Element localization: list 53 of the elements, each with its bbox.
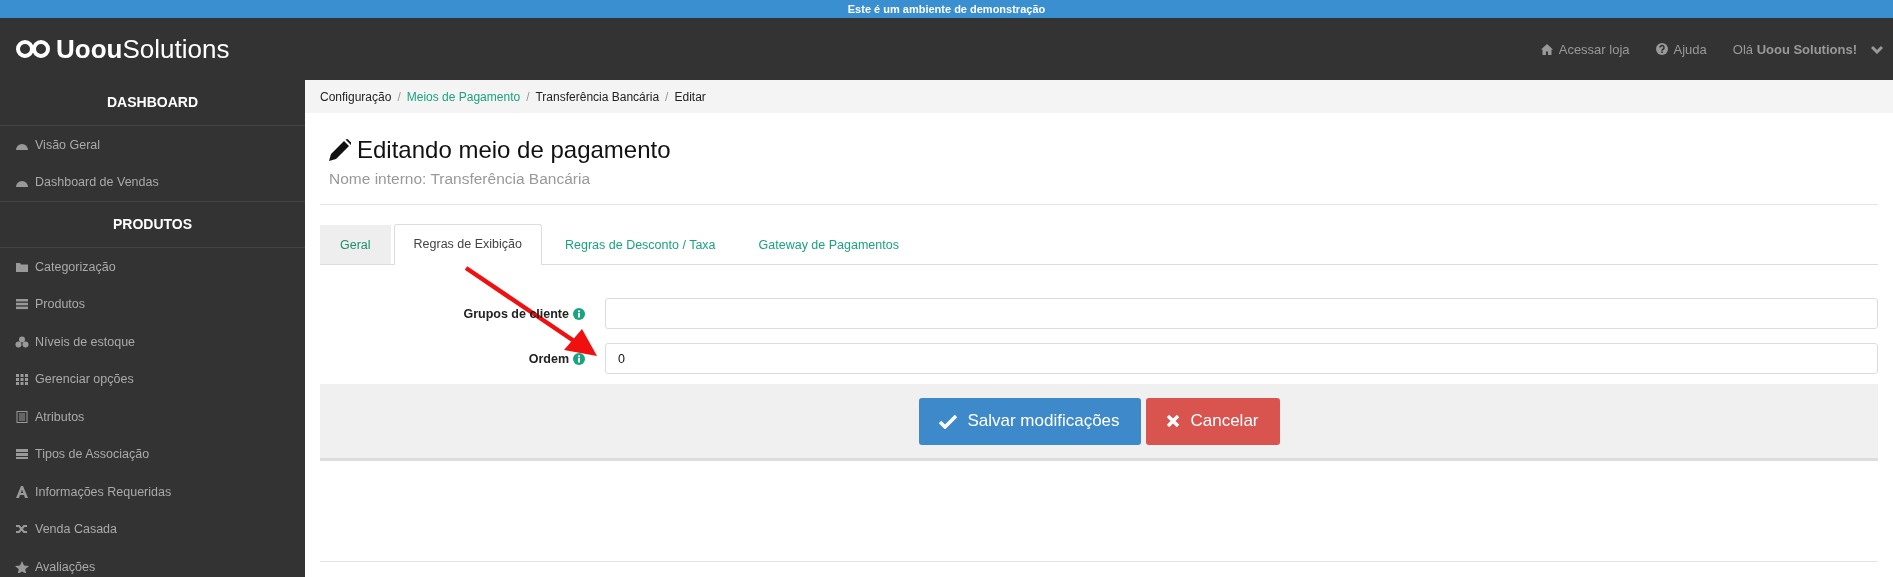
sidebar-item[interactable]: Gerenciar opções — [0, 360, 305, 398]
page-subtitle: Nome interno: Transferência Bancária — [328, 170, 592, 188]
header-link[interactable]: Ajuda — [1655, 41, 1707, 57]
input-field[interactable] — [605, 298, 1878, 329]
page-title: Editando meio de pagamento — [357, 136, 671, 164]
menu-icon — [15, 260, 29, 273]
sidebar-section-title: DASHBOARD — [0, 80, 305, 126]
menu-icon — [15, 298, 29, 311]
field-label: Ordem — [528, 351, 569, 366]
breadcrumb-separator: / — [526, 89, 530, 104]
menu-icon — [15, 448, 29, 461]
cancel-button[interactable]: Cancelar — [1145, 397, 1280, 445]
save-button[interactable]: Salvar modificações — [918, 397, 1141, 445]
breadcrumb-item[interactable]: Configuração — [320, 89, 392, 104]
sidebar-item[interactable]: Tipos de Associação — [0, 435, 305, 473]
sidebar-item[interactable]: Atributos — [0, 398, 305, 436]
info-icon[interactable] — [573, 307, 585, 320]
tab[interactable]: Geral — [320, 225, 391, 264]
breadcrumb-separator: / — [665, 89, 669, 104]
header-link[interactable]: Olá Uoou Solutions! — [1732, 41, 1883, 57]
breadcrumb-item[interactable]: Editar — [674, 89, 706, 104]
pencil-icon — [329, 139, 351, 161]
sidebar-item[interactable]: Informações Requeridas — [0, 473, 305, 511]
menu-icon — [15, 410, 29, 423]
breadcrumb-item[interactable]: Transferência Bancária — [535, 89, 660, 104]
header-link[interactable]: Acessar loja — [1540, 41, 1630, 57]
menu-icon — [15, 373, 29, 386]
sidebar-item[interactable]: Avaliações — [0, 548, 305, 577]
breadcrumb-link[interactable]: Meios de Pagamento — [406, 89, 521, 104]
sidebar-item[interactable]: Categorização — [0, 248, 305, 286]
sidebar-section-title: PRODUTOS — [0, 201, 305, 248]
info-icon[interactable] — [573, 352, 585, 365]
input-field[interactable]: 0 — [605, 343, 1878, 374]
menu-icon — [15, 560, 29, 573]
demo-banner: Este é um ambiente de demonstração — [0, 0, 1893, 18]
help-icon — [1655, 43, 1668, 55]
sidebar-item[interactable]: Visão Geral — [0, 126, 305, 164]
menu-icon — [15, 335, 29, 348]
tab[interactable]: Regras de Exibição — [393, 224, 542, 265]
logo[interactable]: UoouSolutions — [14, 33, 230, 65]
menu-icon — [15, 523, 29, 536]
menu-icon — [15, 485, 29, 498]
chevron-down-icon[interactable] — [1871, 44, 1883, 54]
home-icon — [1540, 43, 1553, 55]
sidebar-item[interactable]: Venda Casada — [0, 510, 305, 548]
tab[interactable]: Regras de Desconto / Taxa — [545, 225, 736, 264]
sidebar-item[interactable]: Níveis de estoque — [0, 323, 305, 361]
close-icon — [1166, 414, 1181, 428]
tab[interactable]: Gateway de Pagamentos — [738, 225, 919, 264]
sidebar-item[interactable]: Produtos — [0, 285, 305, 323]
breadcrumb-separator: / — [397, 89, 401, 104]
checkmark-icon — [939, 413, 958, 429]
sidebar-item[interactable]: Dashboard de Vendas — [0, 163, 305, 201]
